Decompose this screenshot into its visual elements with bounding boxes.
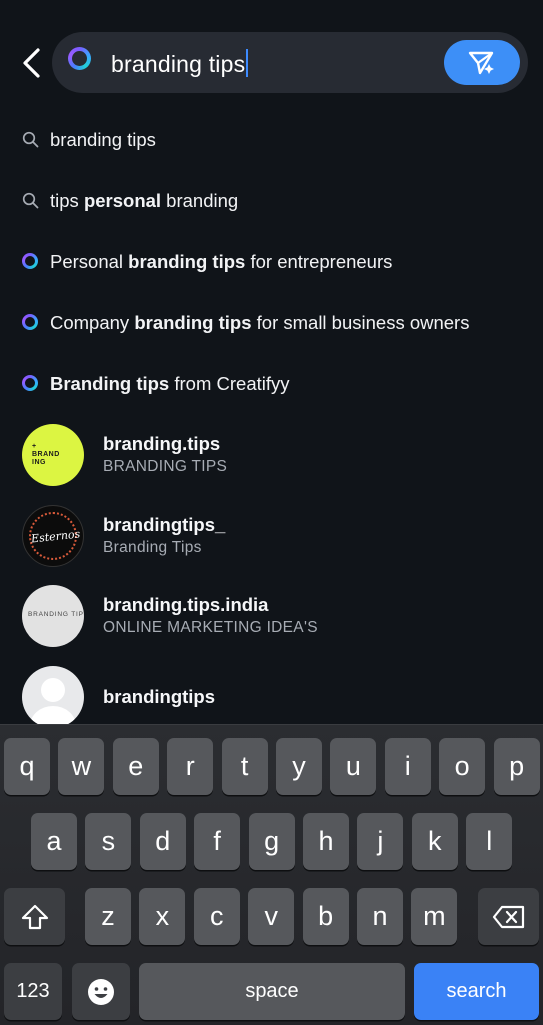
key-v[interactable]: v [248,888,295,945]
suggestion-highlight: Branding tips [50,373,170,394]
search-key[interactable]: search [414,963,539,1020]
key-i[interactable]: i [384,738,431,795]
search-icon [22,192,39,209]
key-l[interactable]: l [466,813,513,870]
search-suggestion[interactable]: branding tips [0,114,543,166]
key-k[interactable]: k [411,813,458,870]
account-username: brandingtips_ [103,514,226,535]
emoji-key[interactable] [72,963,130,1020]
suggestion-fragment: Company [50,312,135,333]
backspace-key[interactable] [478,888,539,945]
suggestion-fragment: branding tips [50,129,156,150]
search-suggestion[interactable]: Personal branding tips for entrepreneurs [0,236,543,288]
back-button[interactable] [14,44,50,82]
ask-ai-button[interactable] [444,40,520,85]
suggestion-text: branding tips [50,129,156,151]
key-a[interactable]: a [31,813,77,870]
account-fullname: BRANDING TIPS [103,458,228,475]
meta-ai-icon [22,314,39,331]
account-fullname: Branding Tips [103,539,202,556]
key-g[interactable]: g [248,813,295,870]
avatar-logo-text: + BRAND ING [32,443,60,466]
key-s[interactable]: s [85,813,132,870]
suggestion-highlight: personal [83,190,162,211]
key-p[interactable]: p [493,738,540,795]
key-r[interactable]: r [167,738,214,795]
avatar: Esternos [22,505,84,567]
suggestion-highlight: branding tips [128,251,246,272]
suggestion-fragment: Personal [50,251,129,272]
key-b[interactable]: b [302,888,349,945]
key-m[interactable]: m [411,888,458,945]
search-input[interactable]: branding tips [111,49,249,78]
keyboard: q w e r t y u i o p a s d f g h j k l z x c v b n m 123 space search [0,724,543,1025]
key-z[interactable]: z [85,888,131,945]
suggestion-fragment: tips [50,190,84,211]
text-cursor [246,49,249,77]
search-suggestion[interactable]: Company branding tips for small business… [0,297,543,349]
key-t[interactable]: t [221,738,268,795]
shift-key[interactable] [4,888,65,945]
account-fullname: ONLINE MARKETING IDEA'S [103,619,318,636]
backspace-icon [492,905,524,928]
key-f[interactable]: f [194,813,241,870]
meta-ai-icon [22,375,39,392]
key-c[interactable]: c [193,888,240,945]
key-h[interactable]: h [303,813,349,870]
key-w[interactable]: w [58,738,105,795]
account-result[interactable]: + BRAND ING branding.tips BRANDING TIPS [0,424,543,494]
search-suggestion[interactable]: Branding tips from Creatifyy [0,358,543,410]
suggestion-fragment: for small business owners [251,312,470,333]
key-n[interactable]: n [357,888,403,945]
avatar-logo-text: BRANDING TIPS [28,611,84,618]
key-j[interactable]: j [357,813,404,870]
avatar: BRANDING TIPS [22,585,84,647]
key-u[interactable]: u [330,738,377,795]
account-username: branding.tips [103,433,221,454]
suggestion-fragment: for entrepreneurs [245,251,393,272]
suggestion-text: Branding tips from Creatifyy [50,373,290,395]
shift-icon [21,904,48,929]
search-bar[interactable]: branding tips [52,32,528,93]
space-key[interactable]: space [139,963,405,1020]
account-username: brandingtips [103,686,216,707]
search-icon [22,131,39,148]
suggestion-text: Personal branding tips for entrepreneurs [50,251,392,273]
account-username: branding.tips.india [103,594,269,615]
numbers-key[interactable]: 123 [4,963,62,1020]
search-query: branding tips [111,51,246,77]
key-e[interactable]: e [112,738,159,795]
account-result[interactable]: BRANDING TIPS branding.tips.india ONLINE M… [0,585,543,655]
emoji-icon [88,978,114,1005]
avatar [22,666,84,728]
meta-ai-icon [68,47,91,70]
key-o[interactable]: o [439,738,486,795]
meta-ai-icon [22,253,39,270]
suggestion-highlight: branding tips [134,312,252,333]
account-result[interactable]: Esternos brandingtips_ Branding Tips [0,505,543,575]
key-d[interactable]: d [139,813,186,870]
suggestion-fragment: branding [161,190,239,211]
suggestion-text: tips personal branding [50,190,238,212]
chevron-left-icon [23,48,40,78]
key-q[interactable]: q [4,738,50,795]
avatar: + BRAND ING [22,424,84,486]
suggestion-text: Company branding tips for small business… [50,312,469,334]
key-y[interactable]: y [276,738,322,795]
suggestion-fragment: from Creatifyy [169,373,290,394]
default-avatar-head [41,678,65,702]
send-sparkle-icon [468,51,494,74]
key-x[interactable]: x [139,888,186,945]
search-header: branding tips [0,0,543,110]
search-suggestion[interactable]: tips personal branding [0,175,543,227]
